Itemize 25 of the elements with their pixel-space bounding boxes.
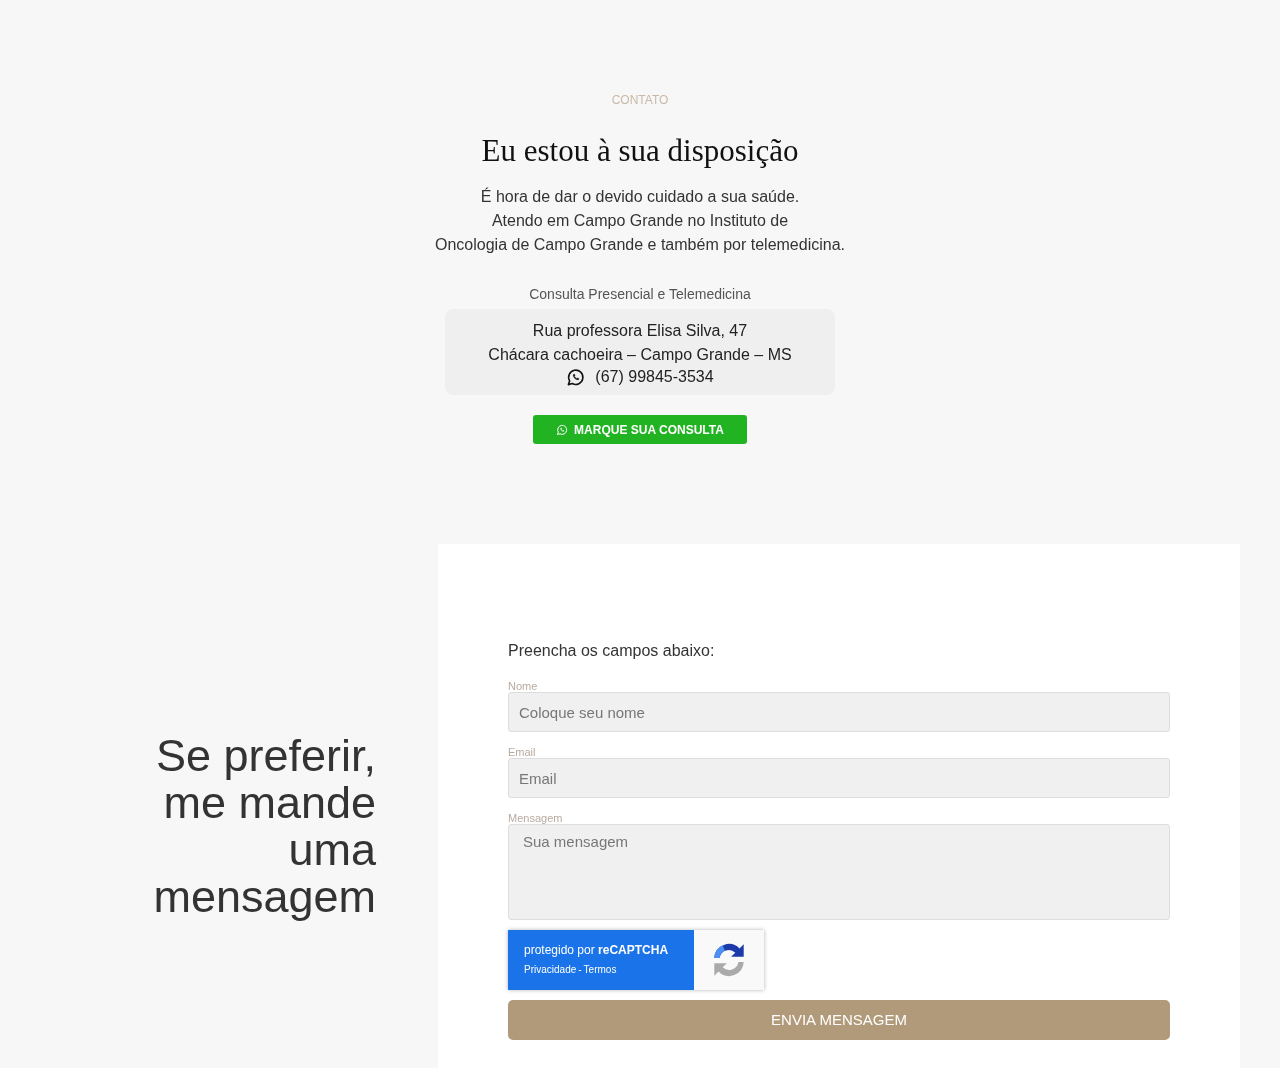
send-message-button[interactable]: ENVIA MENSAGEM — [508, 1000, 1170, 1040]
terms-link[interactable]: Termos — [583, 962, 617, 977]
consultation-subtitle: Consulta Presencial e Telemedicina — [529, 285, 751, 304]
whatsapp-icon — [566, 367, 586, 387]
intro-text: Oncologia de Campo Grande e também por telemedicina. — [435, 235, 845, 255]
input-field[interactable]: Email — [508, 758, 1170, 798]
privacy-link[interactable]: Privacidade — [524, 962, 577, 977]
message-field[interactable]: Sua mensagem — [508, 824, 1170, 920]
intro-text: Atendo em Campo Grande no Instituto de — [491, 211, 789, 231]
field-label: Mensagem — [508, 812, 564, 824]
recaptcha-text: protegido por reCAPTCHA — [524, 942, 670, 958]
section-title: Eu estou à sua disposição — [481, 132, 799, 170]
intro-text: É hora de dar o devido cuidado a sua saúde. — [480, 186, 800, 207]
field-label: Nome — [508, 680, 539, 692]
whatsapp-icon — [556, 423, 569, 436]
book-consultation-button[interactable]: MARQUE SUA CONSULTA — [533, 415, 747, 444]
field-label: Email — [508, 746, 537, 758]
message-heading: Se preferir, me mande uma mensagem — [152, 732, 376, 920]
section-eyebrow: CONTATO — [611, 92, 669, 109]
address-text: Rua professora Elisa Silva, 47 — [532, 321, 748, 341]
input-field[interactable]: Coloque seu nome — [508, 692, 1170, 732]
address-text: Chácara cachoeira – Campo Grande – MS — [488, 345, 792, 365]
phone-number: (67) 99845-3534 — [595, 367, 714, 387]
form-intro: Preencha os campos abaixo: — [508, 641, 716, 661]
link-separator: - — [578, 963, 582, 977]
